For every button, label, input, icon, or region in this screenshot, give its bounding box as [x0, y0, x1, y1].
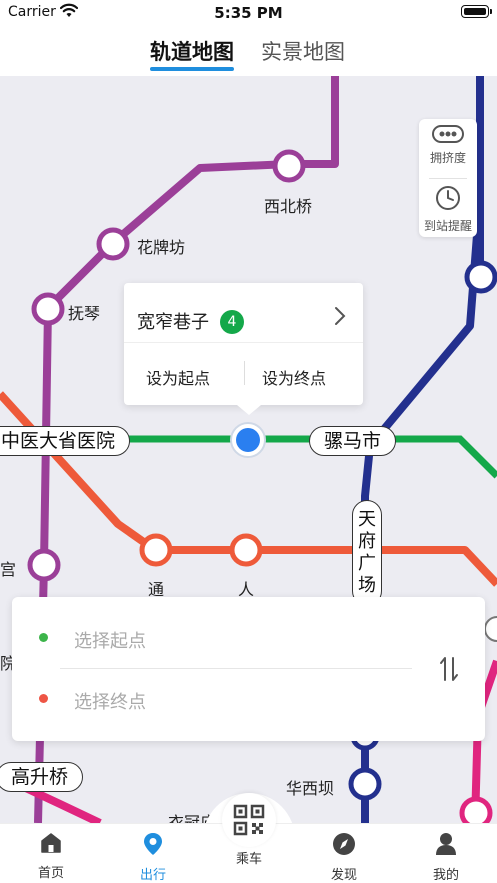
user-icon: [436, 833, 456, 855]
station-pill-luomashi[interactable]: 骡马市: [309, 426, 397, 456]
station-huaxiba: [348, 767, 382, 801]
tianfu-char-4: 场: [358, 575, 376, 596]
tianfu-char-2: 府: [358, 531, 376, 552]
remind-label: 到站提醒: [423, 219, 472, 233]
station-label-xibeiqiao[interactable]: 西北桥: [264, 193, 312, 217]
station-label-fuqin[interactable]: 抚琴: [68, 300, 100, 324]
map-tabs: 轨道地图 实景地图: [0, 28, 497, 76]
tianfu-char-1: 天: [358, 509, 376, 530]
crowd-icon: [432, 125, 464, 143]
nav-travel[interactable]: 出行: [123, 832, 183, 883]
start-dot-icon: [39, 633, 48, 642]
nav-ride[interactable]: 乘车: [219, 844, 279, 867]
station-pill-tianfu-guangchang[interactable]: 天 府 广 场: [352, 500, 382, 606]
station-label-huapaifang[interactable]: 花牌坊: [137, 234, 185, 258]
start-station-input[interactable]: 选择起点: [74, 627, 146, 653]
line-number-badge: 4: [220, 310, 244, 334]
swap-icon[interactable]: [438, 655, 460, 683]
status-time: 5:35 PM: [214, 4, 283, 22]
status-bar: Carrier 5:35 PM: [0, 0, 497, 28]
compass-icon: [333, 833, 355, 855]
nav-home[interactable]: 首页: [21, 832, 81, 881]
station-line1-top: [464, 260, 497, 294]
nav-home-label: 首页: [37, 866, 64, 881]
nav-travel-label: 出行: [139, 868, 166, 883]
popup-divider: [124, 342, 363, 343]
location-pin-icon: [144, 833, 162, 855]
nav-ride-label: 乘车: [235, 852, 262, 867]
station-ren: [229, 533, 263, 567]
chevron-right-icon[interactable]: [333, 305, 347, 327]
home-icon: [41, 833, 61, 853]
set-start-button[interactable]: 设为起点: [146, 365, 210, 389]
end-station-input[interactable]: 选择终点: [74, 688, 146, 714]
map-tools-panel: 拥挤度 到站提醒: [419, 119, 477, 237]
route-divider: [60, 668, 412, 669]
ride-qr-button[interactable]: [222, 793, 276, 847]
nav-mine[interactable]: 我的: [416, 832, 476, 883]
clock-icon: [436, 186, 460, 210]
station-popup: 宽窄巷子 4 设为起点 设为终点: [124, 283, 363, 415]
tab-real-map[interactable]: 实景地图: [261, 36, 345, 66]
arrival-reminder-button[interactable]: 到站提醒: [419, 185, 477, 234]
station-line2-right: [484, 616, 497, 642]
popup-station-name[interactable]: 宽窄巷子: [137, 308, 209, 334]
station-wenshu: [27, 548, 61, 582]
station-pill-gaoshengqiao[interactable]: 高升桥: [0, 762, 84, 792]
qr-code-icon: [233, 804, 265, 836]
nav-mine-label: 我的: [432, 868, 459, 883]
station-tong: [139, 533, 173, 567]
battery-icon: [461, 5, 492, 18]
station-pill-zhongyi[interactable]: 中医大省医院: [0, 426, 131, 456]
nav-discover[interactable]: 发现: [314, 832, 374, 883]
end-dot-icon: [39, 694, 48, 703]
station-label-wenshu[interactable]: 宫: [0, 556, 16, 580]
set-end-button[interactable]: 设为终点: [262, 365, 326, 389]
nav-discover-label: 发现: [330, 868, 357, 883]
station-line3-right: [459, 796, 493, 823]
tools-divider: [429, 178, 467, 179]
popup-button-divider: [244, 361, 245, 385]
crowd-label: 拥挤度: [429, 151, 466, 165]
selected-station-dot: [236, 428, 260, 452]
station-label-huaxiba[interactable]: 华西坝: [286, 775, 334, 799]
station-fuqin: [31, 292, 65, 326]
tianfu-char-3: 广: [358, 553, 376, 574]
tab-rail-map[interactable]: 轨道地图: [150, 36, 234, 71]
station-xibeiqiao: [272, 149, 306, 183]
crowd-level-button[interactable]: 拥挤度: [419, 125, 477, 166]
station-huapaifang: [96, 227, 130, 261]
route-planner-card: 选择起点 选择终点: [12, 597, 485, 741]
